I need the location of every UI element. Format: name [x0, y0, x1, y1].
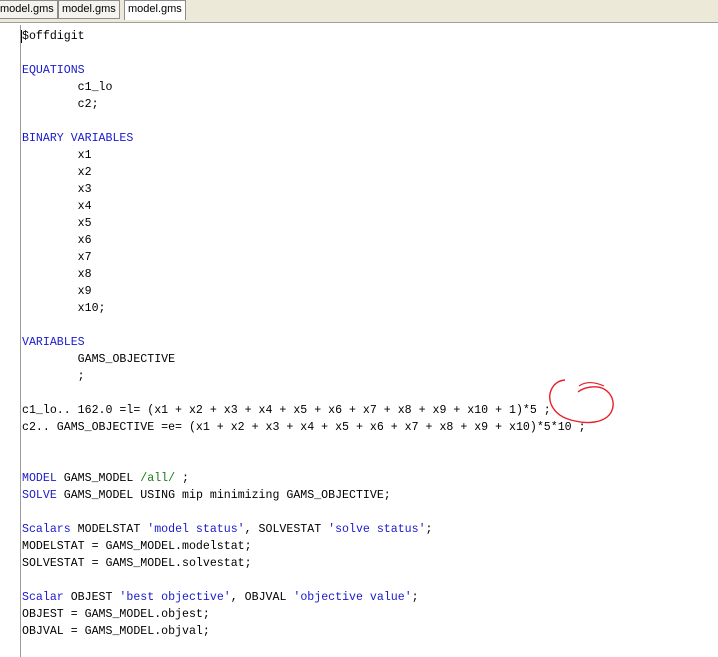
- right-panel: [662, 25, 718, 657]
- code-line[interactable]: x5: [22, 215, 92, 232]
- code-line[interactable]: x6: [22, 232, 92, 249]
- code-line[interactable]: c2.. GAMS_OBJECTIVE =e= (x1 + x2 + x3 + …: [22, 419, 586, 436]
- code-line[interactable]: x4: [22, 198, 92, 215]
- code-area[interactable]: $offdigit EQUATIONS c1_lo c2; BINARY VARIA…: [22, 28, 658, 654]
- code-line[interactable]: Scalar OBJEST 'best objective', OBJVAL '…: [22, 589, 419, 606]
- code-line[interactable]: SOLVE GAMS_MODEL USING mip minimizing GA…: [22, 487, 391, 504]
- code-line[interactable]: x3: [22, 181, 92, 198]
- code-line[interactable]: x1: [22, 147, 92, 164]
- code-line[interactable]: SOLVESTAT = GAMS_MODEL.solvestat;: [22, 555, 252, 572]
- code-line[interactable]: c1_lo.. 162.0 =l= (x1 + x2 + x3 + x4 + x…: [22, 402, 551, 419]
- left-margin: [0, 25, 19, 657]
- code-line[interactable]: OBJVAL = GAMS_MODEL.objval;: [22, 623, 210, 640]
- code-line[interactable]: $offdigit: [22, 28, 85, 45]
- tab-model-gms-active[interactable]: model.gms: [124, 0, 186, 20]
- tab-model-gms-2[interactable]: model.gms: [58, 0, 120, 19]
- code-line[interactable]: ;: [22, 368, 85, 385]
- code-line[interactable]: x9: [22, 283, 92, 300]
- code-line[interactable]: VARIABLES: [22, 334, 85, 351]
- code-line[interactable]: MODEL GAMS_MODEL /all/ ;: [22, 470, 189, 487]
- code-line[interactable]: GAMS_OBJECTIVE: [22, 351, 175, 368]
- code-line[interactable]: MODELSTAT = GAMS_MODEL.modelstat;: [22, 538, 252, 555]
- code-line[interactable]: OBJEST = GAMS_MODEL.objest;: [22, 606, 210, 623]
- code-line[interactable]: c2;: [22, 96, 99, 113]
- code-line[interactable]: x10;: [22, 300, 106, 317]
- code-line[interactable]: Scalars MODELSTAT 'model status', SOLVES…: [22, 521, 433, 538]
- code-line[interactable]: EQUATIONS: [22, 62, 85, 79]
- tab-model-gms-1[interactable]: model.gms: [0, 0, 58, 19]
- code-line[interactable]: x8: [22, 266, 92, 283]
- code-line[interactable]: x2: [22, 164, 92, 181]
- tab-bar: model.gms model.gms model.gms: [0, 0, 718, 23]
- code-line[interactable]: c1_lo: [22, 79, 113, 96]
- code-line[interactable]: BINARY VARIABLES: [22, 130, 133, 147]
- code-line[interactable]: x7: [22, 249, 92, 266]
- text-cursor: [21, 30, 22, 43]
